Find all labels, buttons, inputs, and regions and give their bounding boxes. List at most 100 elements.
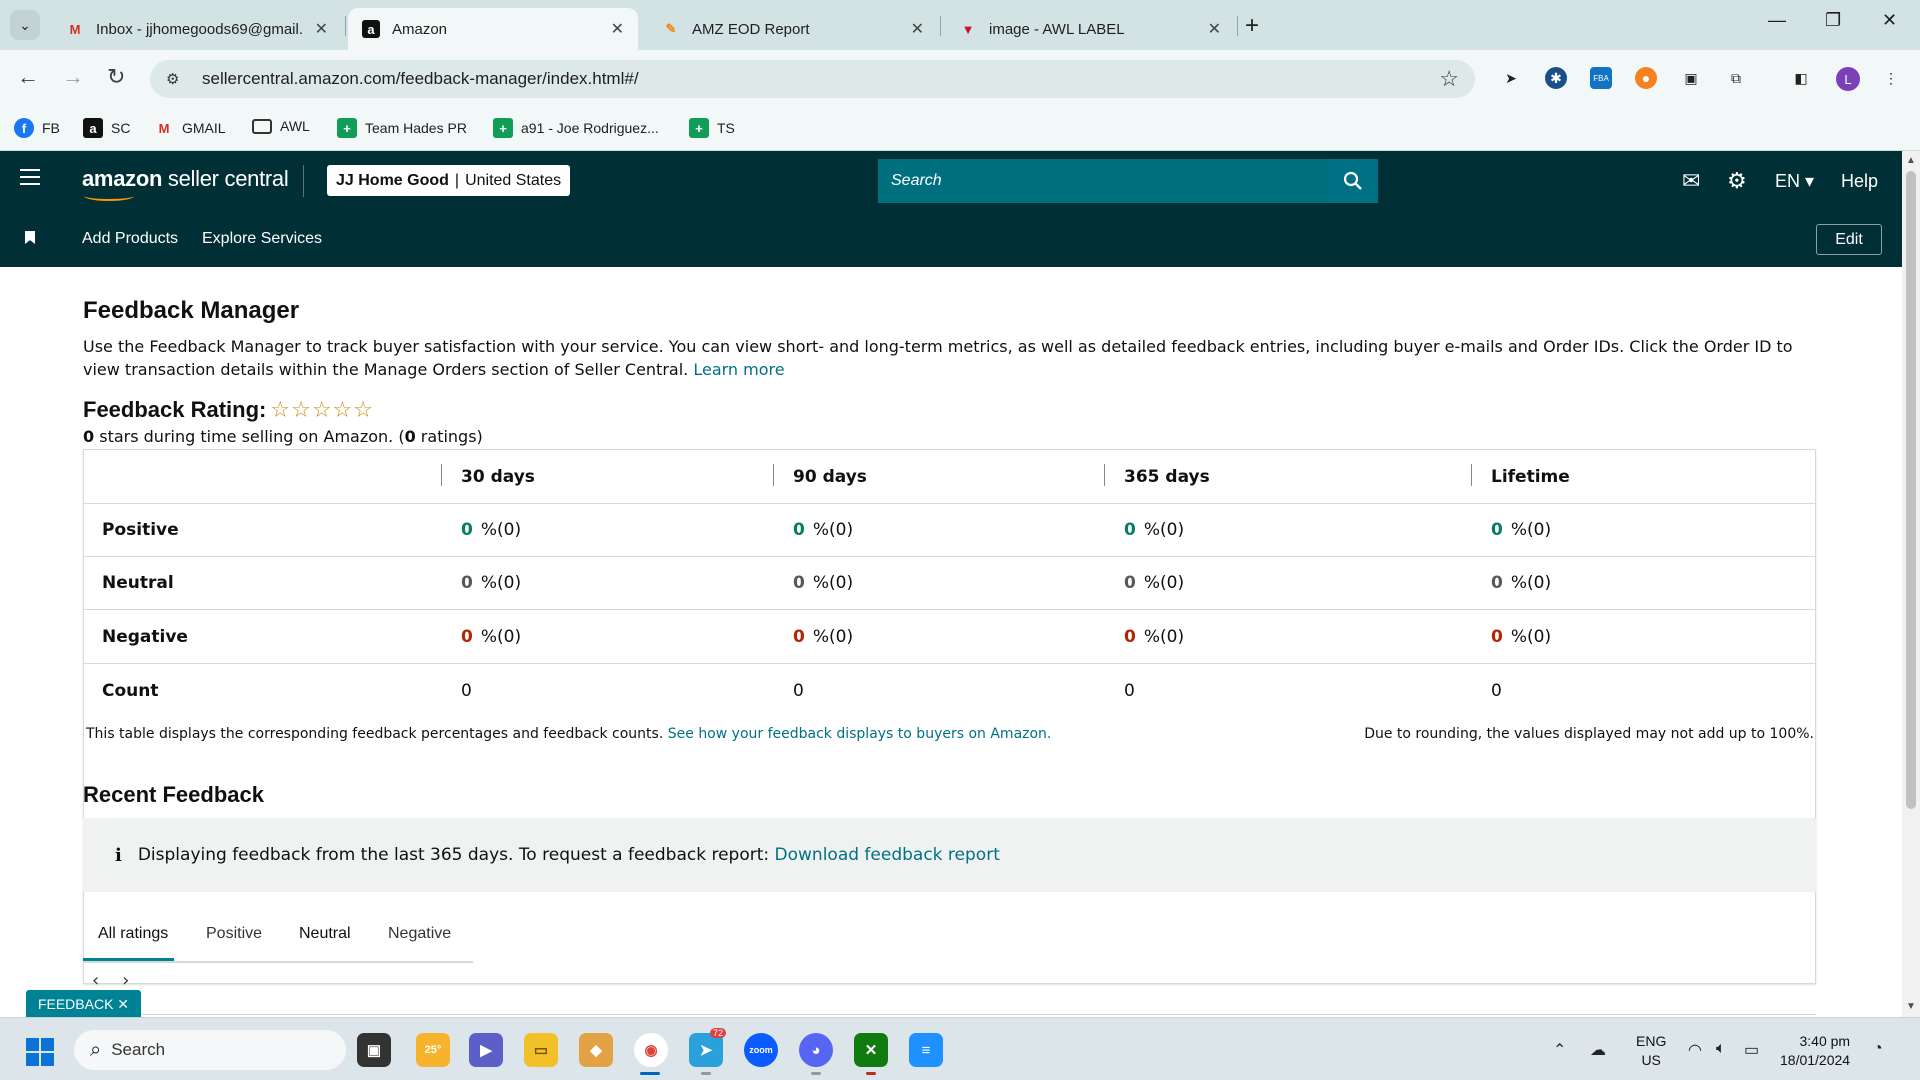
edit-button[interactable]: Edit	[1816, 224, 1882, 255]
teams-icon[interactable]: ▶	[469, 1033, 503, 1067]
restore-icon[interactable]: ❐	[1825, 10, 1841, 31]
tab-neutral[interactable]: Neutral	[299, 925, 351, 943]
menu-kebab-icon[interactable]: ⋮	[1880, 67, 1902, 89]
bookmark-icon[interactable]	[25, 231, 35, 244]
tab-search-icon[interactable]: ⌄	[10, 10, 40, 40]
file-explorer-icon[interactable]: ▭	[524, 1033, 558, 1067]
gear-icon[interactable]: ⚙	[1727, 168, 1747, 194]
site-info-icon[interactable]: ⚙	[166, 70, 188, 88]
extensions-puzzle-icon[interactable]: ⧉	[1725, 67, 1747, 89]
xbox-icon[interactable]: ✕	[854, 1033, 888, 1067]
volume-icon[interactable]: 🔈︎	[1716, 1040, 1726, 1058]
table-cell: 0 %(0)	[461, 573, 522, 593]
discord-icon[interactable]: ◕	[799, 1033, 833, 1067]
tab-positive[interactable]: Positive	[206, 925, 262, 943]
column-header: 90 days	[793, 466, 867, 487]
row-label: Positive	[102, 520, 179, 540]
bookmark-ts[interactable]: + TS	[689, 118, 735, 138]
bookmark-label: FB	[42, 120, 60, 136]
reload-icon[interactable]: ↻	[107, 64, 125, 90]
tab-all-ratings[interactable]: All ratings	[82, 925, 175, 961]
chevron-right-icon[interactable]: ›	[122, 970, 129, 991]
nav-add-products[interactable]: Add Products	[82, 230, 178, 248]
feedback-display-link[interactable]: See how your feedback displays to buyers…	[668, 726, 1052, 742]
bookmark-gmail[interactable]: M GMAIL	[154, 118, 226, 138]
clock[interactable]: 3:40 pm 18/01/2024	[1780, 1032, 1850, 1070]
row-label: Count	[102, 680, 159, 701]
download-feedback-report-link[interactable]: Download feedback report	[775, 845, 1000, 865]
language-indicator[interactable]: ENG US	[1636, 1032, 1666, 1070]
new-tab-icon[interactable]: +	[1245, 12, 1259, 40]
profile-avatar[interactable]: L	[1836, 67, 1860, 91]
windows-start-icon[interactable]	[26, 1038, 54, 1066]
chrome-icon[interactable]: ◉	[634, 1033, 668, 1067]
notification-icon[interactable]: ◔	[1873, 1040, 1883, 1058]
app-icon[interactable]: ◆	[579, 1033, 613, 1067]
page-scrollbar[interactable]: ▲ ▼	[1902, 151, 1920, 1017]
tab-title: image - AWL LABEL	[989, 20, 1125, 38]
amazon-icon: a	[83, 118, 103, 138]
mail-icon[interactable]: ✉	[1682, 168, 1700, 194]
learn-more-link[interactable]: Learn more	[693, 360, 784, 379]
tab-amazon[interactable]: a Amazon ✕	[348, 8, 638, 50]
wifi-icon[interactable]: ◠	[1688, 1040, 1702, 1060]
language-selector[interactable]: EN ▾	[1775, 171, 1814, 192]
tab-negative[interactable]: Negative	[388, 925, 451, 943]
taskbar-search[interactable]: ⌕ Search	[74, 1030, 346, 1070]
notepad-icon[interactable]: ≡	[909, 1033, 943, 1067]
close-icon[interactable]: ✕	[611, 19, 624, 39]
side-panel-icon[interactable]: ◧	[1790, 67, 1812, 89]
close-icon[interactable]: ✕	[315, 19, 328, 39]
address-bar[interactable]: ⚙ sellercentral.amazon.com/feedback-mana…	[150, 60, 1475, 98]
bookmark-label: GMAIL	[182, 120, 226, 136]
table-header-row: 30 days 90 days 365 days Lifetime	[84, 450, 1815, 504]
minimize-icon[interactable]: —	[1768, 10, 1786, 31]
info-icon: i	[115, 844, 122, 866]
hamburger-menu-icon[interactable]	[20, 169, 40, 185]
zoom-icon[interactable]: zoom	[744, 1033, 778, 1067]
nav-explore-services[interactable]: Explore Services	[202, 230, 322, 248]
info-text: Displaying feedback from the last 365 da…	[137, 845, 1000, 865]
close-window-icon[interactable]: ✕	[1882, 10, 1897, 31]
bookmark-a91[interactable]: + a91 - Joe Rodriguez...	[493, 118, 659, 138]
url-text[interactable]: sellercentral.amazon.com/feedback-manage…	[202, 69, 639, 89]
bookmark-awl[interactable]: AWL	[252, 118, 310, 134]
extension-camera-icon[interactable]: ▣	[1680, 67, 1702, 89]
forward-icon[interactable]: →	[62, 64, 84, 90]
bookmark-star-icon[interactable]: ☆	[1439, 66, 1459, 92]
seller-central-header: amazon seller central JJ Home Good | Uni…	[0, 151, 1902, 211]
facebook-icon: f	[14, 118, 34, 138]
extension-orange-icon[interactable]: ●	[1635, 67, 1657, 89]
rating-summary: 0 stars during time selling on Amazon. (…	[83, 427, 483, 446]
close-icon[interactable]: ✕	[1208, 19, 1221, 39]
back-icon[interactable]: ←	[17, 64, 39, 90]
extension-fba-icon[interactable]: FBA	[1590, 67, 1612, 89]
weather-icon[interactable]: 25°	[416, 1033, 450, 1067]
bookmark-fb[interactable]: f FB	[14, 118, 60, 138]
extension-arrow-icon[interactable]: ➤	[1500, 67, 1522, 89]
battery-icon[interactable]: ▭	[1744, 1040, 1759, 1060]
account-switcher[interactable]: JJ Home Good | United States	[327, 165, 571, 196]
help-link[interactable]: Help	[1841, 171, 1878, 192]
bookmark-sc[interactable]: a SC	[83, 118, 130, 138]
task-view-icon[interactable]: ▣	[357, 1033, 391, 1067]
scroll-down-icon[interactable]: ▼	[1906, 1001, 1916, 1012]
tab-awl-label[interactable]: ▼ image - AWL LABEL ✕	[945, 8, 1235, 50]
tab-amz-eod-report[interactable]: ✎ AMZ EOD Report ✕	[648, 8, 938, 50]
search-button[interactable]	[1328, 159, 1378, 203]
telegram-icon[interactable]: ➤	[689, 1033, 723, 1067]
tab-title: Inbox - jjhomegoods69@gmail.	[96, 20, 304, 38]
chevron-up-icon[interactable]: ⌃	[1553, 1040, 1566, 1060]
account-region: United States	[465, 171, 562, 189]
tab-gmail[interactable]: M Inbox - jjhomegoods69@gmail. ✕	[52, 8, 342, 50]
scroll-up-icon[interactable]: ▲	[1906, 155, 1916, 166]
bookmark-team-hades[interactable]: + Team Hades PR	[337, 118, 467, 138]
close-icon[interactable]: ✕	[911, 19, 924, 39]
seller-central-logo[interactable]: amazon seller central	[82, 166, 289, 192]
scroll-thumb[interactable]	[1906, 171, 1916, 809]
extension-gear-icon[interactable]: ✱	[1545, 67, 1567, 89]
search-input[interactable]: Search	[878, 159, 1328, 203]
feedback-button[interactable]: FEEDBACK ✕	[26, 990, 141, 1018]
chevron-left-icon[interactable]: ‹	[92, 970, 99, 991]
onedrive-icon[interactable]: ☁	[1590, 1040, 1606, 1060]
